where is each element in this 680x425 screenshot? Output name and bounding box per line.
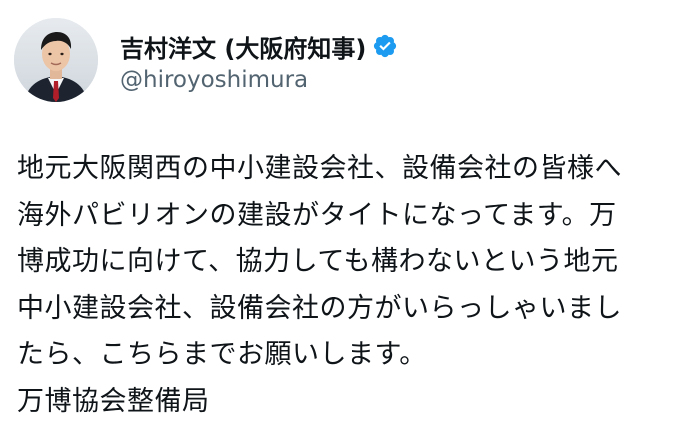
author-display-name[interactable]: 吉村洋文 (大阪府知事) bbox=[120, 29, 366, 64]
tweet-text-line: 博成功に向けて、協力しても構わないという地元 bbox=[17, 239, 667, 286]
tweet-text: 地元大阪関西の中小建設会社、設備会社の皆様へ 海外パビリオンの建設がタイトになっ… bbox=[17, 146, 667, 425]
tweet-header: 吉村洋文 (大阪府知事) @hiroyoshimura bbox=[14, 18, 398, 102]
author-names: 吉村洋文 (大阪府知事) @hiroyoshimura bbox=[120, 27, 398, 93]
tweet-text-line: 海外パビリオンの建設がタイトになってます。万 bbox=[17, 193, 667, 240]
author-name-row: 吉村洋文 (大阪府知事) bbox=[120, 27, 398, 65]
author-handle[interactable]: @hiroyoshimura bbox=[120, 67, 398, 93]
verified-badge-icon bbox=[372, 33, 398, 59]
avatar-photo-icon bbox=[14, 18, 98, 102]
tweet-text-line: 万博協会整備局 bbox=[17, 379, 667, 425]
author-avatar[interactable] bbox=[14, 18, 98, 102]
tweet-text-line: たら、こちらまでお願いします。 bbox=[17, 332, 667, 379]
tweet-text-line: 地元大阪関西の中小建設会社、設備会社の皆様へ bbox=[17, 146, 667, 193]
tweet-text-line: 中小建設会社、設備会社の方がいらっしゃいまし bbox=[17, 286, 667, 333]
tweet-card: 吉村洋文 (大阪府知事) @hiroyoshimura 地元大阪関西の中小建設会… bbox=[0, 0, 680, 423]
